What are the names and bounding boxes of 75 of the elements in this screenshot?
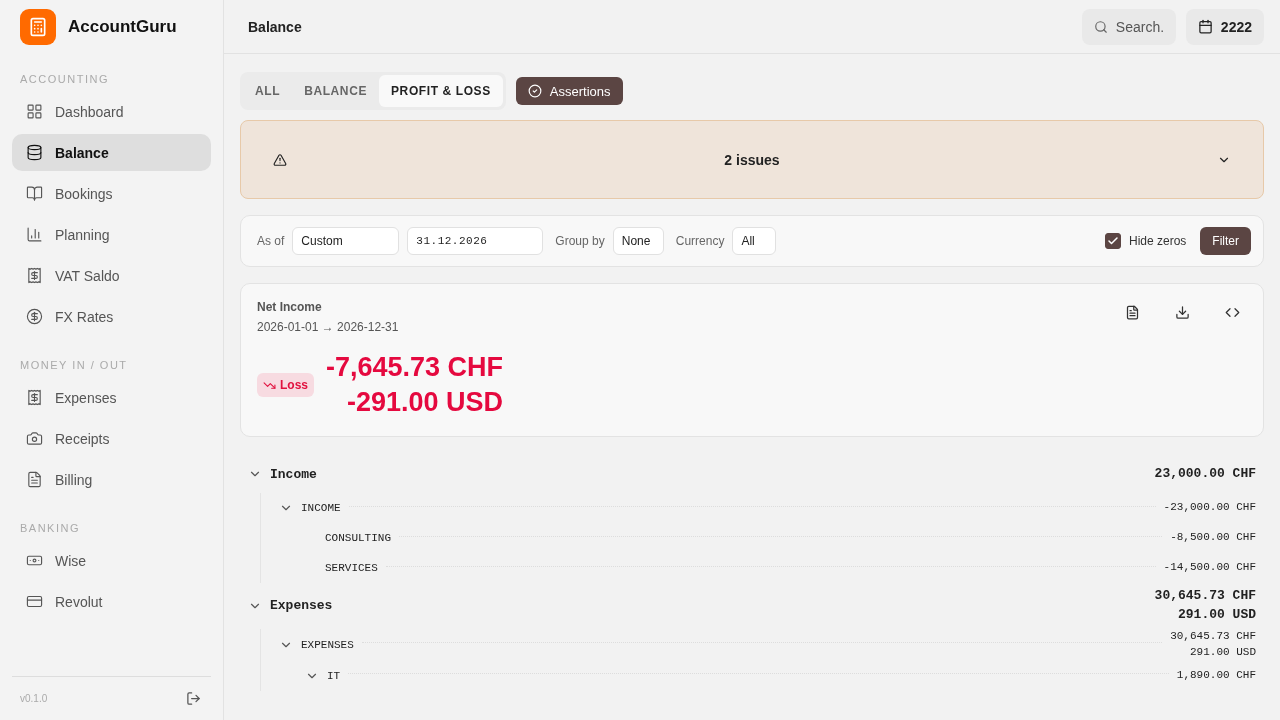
account-name: IT: [327, 669, 341, 682]
loss-badge: Loss: [257, 373, 314, 397]
nav-icon: [26, 389, 43, 406]
sidebar-item[interactable]: Bookings: [12, 175, 211, 212]
account-amount: 23,000.00 CHF: [1154, 464, 1256, 483]
check-circle-icon: [527, 84, 542, 98]
year-button[interactable]: 2222: [1185, 8, 1264, 45]
account-name: Expenses: [270, 598, 333, 614]
sidebar-item[interactable]: Revolut: [12, 583, 211, 620]
card-title: Net Income: [257, 300, 323, 314]
report-tab[interactable]: BALANCE: [292, 75, 379, 107]
filter-button[interactable]: Filter: [1200, 227, 1251, 255]
account-name: EXPENSES: [301, 638, 354, 651]
report-tab[interactable]: PROFIT & LOSS: [379, 75, 503, 107]
date-field[interactable]: 31.12.2026: [407, 227, 544, 255]
hide-zeros-label: Hide zeros: [1128, 234, 1187, 248]
account-amount: 30,645.73 CHF: [1170, 628, 1256, 644]
account-name: Income: [270, 466, 317, 482]
checkmark-icon: [1106, 235, 1119, 247]
period-range: 2026-01-01 → 2026-12-31: [257, 320, 400, 334]
currency-select[interactable]: All: [732, 227, 777, 255]
hide-zeros-checkbox[interactable]: [1104, 233, 1121, 249]
net-income-amount: -7,645.73 CHF: [326, 352, 504, 383]
group-by-select[interactable]: None: [612, 227, 664, 255]
nav-icon: [26, 308, 43, 325]
section-title: MONEY IN / OUT: [19, 358, 129, 373]
section-title: ACCOUNTING: [19, 72, 110, 87]
nav-icon: [26, 471, 43, 488]
calculator-logo-icon: [20, 8, 56, 45]
nav-icon: [26, 103, 43, 120]
account-amount: -8,500.00 CHF: [1170, 530, 1256, 546]
as-of-select[interactable]: Custom: [292, 227, 400, 255]
sidebar-item[interactable]: Planning: [12, 216, 211, 253]
report-tab[interactable]: ALL: [243, 75, 293, 107]
search-icon: [1093, 19, 1108, 34]
group-by-label: Group by: [555, 234, 605, 248]
account-name: INCOME: [301, 502, 341, 514]
sidebar-item[interactable]: Billing: [12, 461, 211, 498]
sidebar-item[interactable]: VAT Saldo: [12, 257, 211, 294]
currency-label: Currency: [675, 234, 725, 248]
nav-icon: [26, 226, 43, 243]
search-field[interactable]: Search.: [1081, 8, 1176, 45]
net-income-amount: -291.00 USD: [347, 387, 504, 418]
logout-icon[interactable]: [186, 691, 201, 706]
sidebar-item[interactable]: Balance: [12, 134, 211, 171]
account-name: CONSULTING: [325, 532, 391, 544]
account-amount: 30,645.73 CHF: [1154, 587, 1256, 605]
page-title: Balance: [248, 18, 302, 35]
account-amount: -23,000.00 CHF: [1163, 500, 1256, 516]
app-name: AccountGuru: [68, 16, 177, 37]
version-label: v0.1.0: [20, 693, 48, 704]
sidebar-item[interactable]: FX Rates: [12, 298, 211, 335]
document-icon: [1124, 304, 1140, 320]
as-of-label: As of: [257, 234, 285, 248]
sidebar-item[interactable]: Wise: [12, 542, 211, 579]
nav-icon: [26, 144, 43, 161]
sidebar-item[interactable]: Dashboard: [12, 93, 211, 130]
calendar-icon: [1197, 19, 1213, 34]
nav-icon: [26, 593, 43, 610]
sidebar-item[interactable]: Receipts: [12, 420, 211, 457]
issues-count: 2 issues: [723, 151, 781, 168]
assertions-button[interactable]: Assertions: [515, 77, 623, 105]
nav-icon: [26, 185, 43, 202]
account-amount: 291.00 USD: [1190, 644, 1256, 660]
nav-icon: [26, 267, 43, 284]
nav-icon: [26, 430, 43, 447]
account-amount: -14,500.00 CHF: [1163, 560, 1256, 576]
warning-icon: [273, 152, 287, 167]
account-amount: 291.00 USD: [1178, 605, 1256, 624]
download-icon: [1174, 304, 1190, 320]
account-amount: 1,890.00 CHF: [1176, 667, 1256, 683]
account-name: SERVICES: [325, 562, 378, 574]
sidebar-item[interactable]: Expenses: [12, 379, 211, 416]
section-title: BANKING: [19, 521, 81, 536]
issues-banner[interactable]: 2 issues: [240, 120, 1264, 199]
